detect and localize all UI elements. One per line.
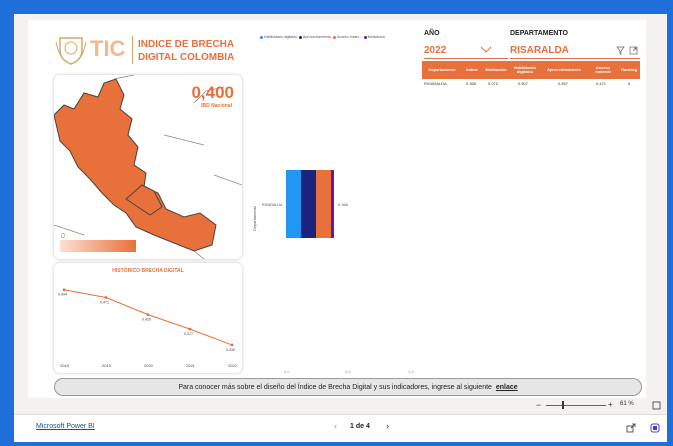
col-header-acceso[interactable]: Acceso material (588, 61, 618, 79)
history-x-tick: 2021 (186, 363, 196, 368)
map-gradient-scale (60, 240, 136, 252)
legend-item-acceso[interactable]: Acceso mater... (332, 33, 362, 41)
share-icon[interactable] (626, 423, 636, 433)
zoom-slider[interactable] (546, 405, 606, 406)
bar-segment-habilidades[interactable] (286, 170, 301, 238)
history-point[interactable] (146, 313, 150, 317)
zoom-out-button[interactable]: − (536, 400, 541, 410)
legend-item-habilidades[interactable]: Habilidades digitales (260, 33, 297, 41)
cell-motivacion: 0,072 (488, 81, 499, 86)
ibd-national-label: IBD Nacional (201, 103, 232, 109)
info-footer: Para conocer más sobre el diseño del Índ… (54, 378, 642, 396)
history-point-label: 0,471 (100, 300, 109, 304)
year-slicer[interactable]: 2022 (424, 44, 508, 59)
cell-acceso: 0,471 (596, 81, 607, 86)
year-value: 2022 (424, 45, 447, 56)
mintic-logo: TIC (54, 30, 204, 70)
cell-departamento: RISARALDA (424, 81, 447, 86)
history-x-tick: 2020 (144, 363, 154, 368)
year-underline (424, 58, 508, 59)
bar-segment-motivacion[interactable] (331, 170, 334, 238)
history-point-label: 0,377 (184, 332, 193, 336)
info-footer-link[interactable]: enlace (496, 384, 518, 391)
report-title-line1: INDICE DE BRECHA (138, 39, 235, 50)
history-x-tick: 2018 (60, 363, 70, 368)
bar-legend: Habilidades digitales Aprovechamiento Ac… (260, 33, 420, 41)
indicator-table: Departamento Indice Motivación Habilidad… (422, 61, 640, 91)
history-point[interactable] (188, 327, 192, 331)
col-header-habilidades[interactable]: Habilidades digitales (510, 61, 540, 79)
info-footer-text: Para conocer más sobre el diseño del Índ… (178, 383, 494, 391)
cell-habilidades: 0,507 (518, 81, 529, 86)
dept-underline (510, 58, 640, 59)
cell-indice: 0,366 (466, 81, 477, 86)
page-indicator: 1 de 4 (350, 423, 370, 430)
x-tick-1: 0,5 (345, 369, 351, 374)
zoom-slider-thumb[interactable] (562, 401, 564, 409)
prev-page-icon[interactable]: ‹ (334, 421, 337, 431)
history-point[interactable] (62, 288, 66, 292)
col-header-ranking[interactable]: Ranking (618, 61, 640, 79)
bottom-bar: Microsoft Power BI ‹ 1 de 4 › (14, 414, 667, 442)
legend-item-motivacion[interactable]: Motivación (363, 33, 385, 41)
history-point[interactable] (104, 296, 108, 299)
ibd-national-value: 0,400 (191, 83, 234, 102)
zoom-level: 61 % (620, 401, 634, 407)
col-header-indice[interactable]: Indice (462, 61, 482, 79)
cell-aprovechamiento: 0,457 (558, 81, 569, 86)
stacked-bar[interactable] (286, 170, 334, 238)
map-card: 0,400 IBD Nacional 0 (54, 75, 242, 259)
dept-value: RISARALDA (510, 45, 569, 56)
legend-item-aprovechamiento[interactable]: Aprovechamiento (298, 33, 331, 41)
y-axis-title: Departamento (252, 205, 258, 232)
bar-total-label: 0,366 (338, 202, 349, 207)
x-tick-2: 1,0 (408, 369, 414, 374)
history-card: HISTÓRICO BRECHA DIGITAL 0,494 2018 0,471 2… (54, 263, 242, 373)
zoom-controls: − + 61 % (536, 400, 666, 412)
history-point-label: 0,494 (58, 293, 67, 297)
history-x-tick: 2022 (228, 363, 238, 368)
dept-slicer[interactable]: RISARALDA (510, 44, 640, 59)
fit-to-page-icon[interactable] (652, 401, 661, 410)
col-header-departamento[interactable]: Departamento (422, 61, 462, 79)
history-line-chart[interactable]: 0,494 2018 0,471 2019 0,420 2020 0,377 2021 0,33… (54, 263, 242, 373)
history-point[interactable] (230, 343, 234, 347)
expand-icon[interactable] (629, 46, 638, 55)
filter-icon[interactable] (616, 46, 625, 55)
powerbi-link[interactable]: Microsoft Power BI (36, 423, 95, 430)
bar-category-label: RISARALDA (262, 203, 283, 207)
table-row[interactable]: RISARALDA 0,366 0,072 0,507 0,457 0,471 … (422, 79, 640, 87)
logo-text: TIC (90, 36, 126, 61)
logo-divider (132, 36, 133, 64)
history-x-tick: 2019 (102, 363, 112, 368)
next-page-icon[interactable]: › (386, 421, 389, 431)
bar-segment-acceso[interactable] (316, 170, 331, 238)
chevron-down-icon[interactable] (480, 46, 492, 54)
year-slicer-label: AÑO (424, 30, 440, 37)
shield-icon (55, 37, 87, 65)
col-header-aprovechamiento[interactable]: Aprovechamiento (540, 61, 588, 79)
dept-slicer-label: DEPARTAMENTO (510, 30, 568, 37)
history-point-label: 0,330 (226, 348, 235, 352)
col-header-motivacion[interactable]: Motivación (482, 61, 510, 79)
cell-ranking: 5 (628, 81, 631, 86)
scale-min-label: 0 (61, 233, 65, 240)
bar-segment-aprovechamiento[interactable] (301, 170, 316, 238)
x-tick-0: 0,0 (284, 369, 290, 374)
stacked-bar-chart: Departamento RISARALDA 0,366 0,0 0,5 1,0 (250, 44, 420, 374)
report-canvas: TIC INDICE DE BRECHA DIGITAL COLOMBIA 0,… (28, 20, 646, 398)
report-title-line2: DIGITAL COLOMBIA (138, 52, 235, 63)
zoom-in-button[interactable]: + (608, 400, 613, 409)
fullscreen-icon[interactable] (650, 423, 660, 433)
history-point-label: 0,420 (142, 318, 151, 322)
